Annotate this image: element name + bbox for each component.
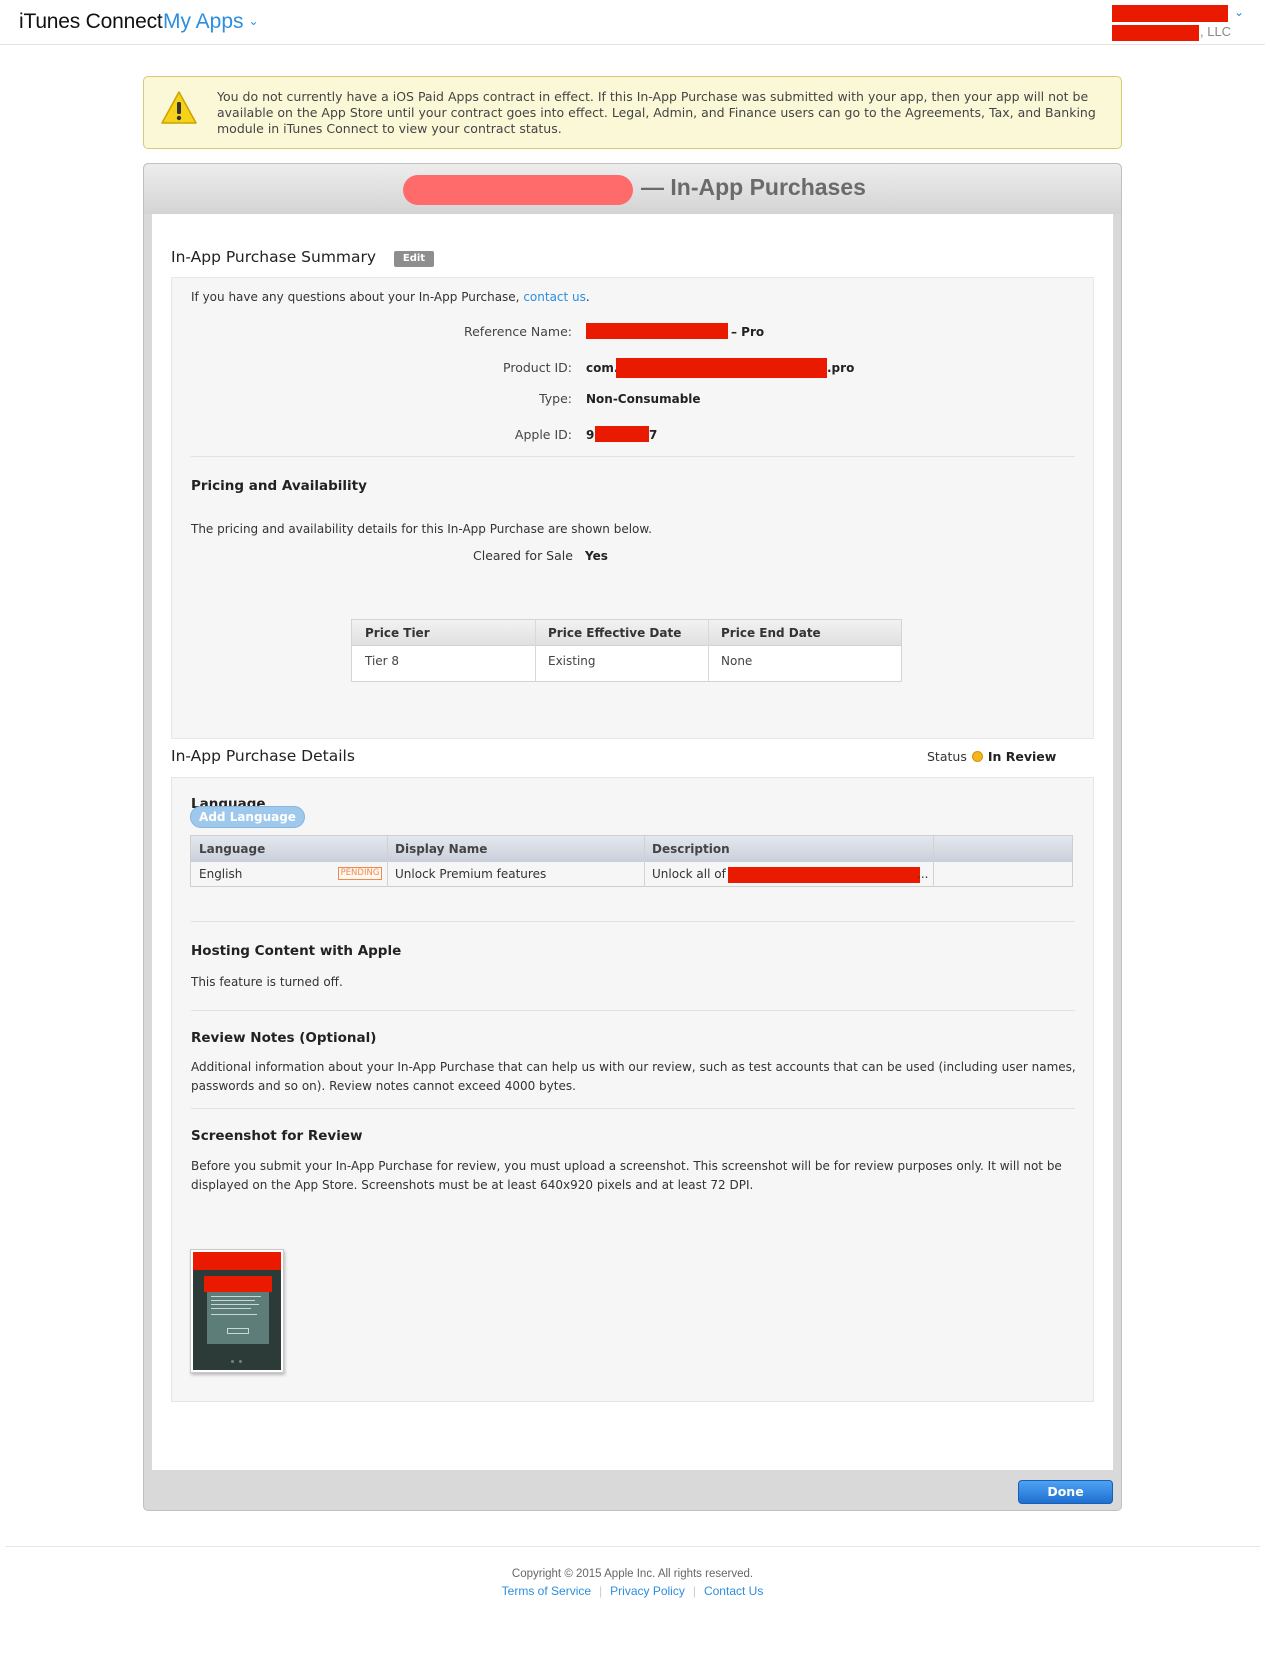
review-screenshot-thumbnail[interactable] bbox=[190, 1249, 284, 1373]
panel-title: — In-App Purchases bbox=[641, 174, 866, 200]
price-tier-header: Price Tier bbox=[352, 620, 535, 646]
price-effective-date-value: Existing bbox=[548, 654, 596, 668]
language-header: Language bbox=[191, 836, 387, 862]
column-divider bbox=[387, 836, 388, 887]
status-dot-icon bbox=[971, 751, 983, 762]
product-id-redacted bbox=[616, 358, 827, 378]
price-end-date-header: Price End Date bbox=[708, 620, 901, 646]
warning-text: You do not currently have a iOS Paid App… bbox=[217, 89, 1096, 136]
screenshot-image bbox=[193, 1252, 281, 1370]
contact-us-link[interactable]: contact us bbox=[523, 290, 586, 304]
add-language-button[interactable]: Add Language bbox=[190, 806, 305, 828]
hosting-text: This feature is turned off. bbox=[191, 975, 343, 989]
footer-links: Terms of Service | Privacy Policy | Contact … bbox=[501, 1584, 764, 1598]
apple-id-label: Apple ID: bbox=[514, 427, 572, 442]
column-divider bbox=[708, 620, 709, 681]
summary-question: If you have any questions about your In-… bbox=[191, 290, 590, 304]
details-title: In-App Purchase Details bbox=[171, 747, 355, 765]
review-notes-text-line2: passwords and so on). Review notes canno… bbox=[191, 1079, 576, 1093]
account-company-suffix: , LLC bbox=[1200, 24, 1232, 39]
pricing-title: Pricing and Availability bbox=[191, 478, 367, 494]
summary-title: In-App Purchase Summary bbox=[171, 248, 377, 266]
my-apps-menu[interactable]: My Apps ⌄ bbox=[163, 10, 259, 34]
type-value: Non-Consumable bbox=[586, 392, 701, 406]
panel-header: — In-App Purchases bbox=[144, 164, 1121, 214]
description-redacted bbox=[728, 867, 920, 883]
divider bbox=[191, 921, 1075, 922]
review-notes-title: Review Notes (Optional) bbox=[191, 1030, 377, 1046]
price-end-date-value: None bbox=[721, 654, 753, 668]
divider bbox=[191, 456, 1075, 457]
hosting-title: Hosting Content with Apple bbox=[191, 943, 402, 959]
screenshot-content-panel bbox=[207, 1292, 269, 1344]
pricing-description: The pricing and availability details for… bbox=[191, 522, 652, 536]
divider bbox=[191, 1108, 1075, 1109]
screenshot-redacted-title bbox=[204, 1276, 272, 1292]
account-name-redacted[interactable] bbox=[1112, 5, 1228, 22]
screenshot-text-line2: displayed on the App Store. Screenshots … bbox=[191, 1178, 754, 1192]
extra-header bbox=[933, 836, 1072, 862]
my-apps-label: My Apps bbox=[163, 10, 244, 33]
cleared-for-sale-label: Cleared for Sale bbox=[473, 548, 573, 563]
contract-warning-banner: You do not currently have a iOS Paid App… bbox=[143, 76, 1122, 149]
description-ellipsis: ... bbox=[917, 867, 929, 881]
screenshot-title: Screenshot for Review bbox=[191, 1128, 363, 1144]
reference-name-label: Reference Name: bbox=[463, 324, 572, 339]
column-divider bbox=[535, 620, 536, 681]
review-notes-text-line1: Additional information about your In-App… bbox=[191, 1060, 1076, 1074]
screenshot-text-line1: Before you submit your In-App Purchase f… bbox=[191, 1159, 1062, 1173]
description-header: Description bbox=[644, 836, 933, 862]
status-value: In Review bbox=[987, 749, 1057, 764]
status-indicator: Status In Review bbox=[927, 749, 1056, 764]
footer-divider bbox=[5, 1546, 1260, 1547]
privacy-policy-link[interactable]: Privacy Policy bbox=[610, 1584, 685, 1598]
reference-name-redacted bbox=[586, 323, 728, 339]
account-company-redacted bbox=[1112, 25, 1199, 41]
chevron-down-icon[interactable]: ⌄ bbox=[1234, 5, 1244, 19]
warning-icon bbox=[161, 91, 197, 124]
column-divider bbox=[644, 836, 645, 887]
screenshot-redacted-top bbox=[193, 1252, 281, 1270]
edit-button[interactable]: Edit bbox=[394, 251, 434, 267]
product-id-label: Product ID: bbox=[503, 360, 572, 375]
apple-id-prefix: 9 bbox=[586, 428, 595, 442]
contact-us-footer-link[interactable]: Contact Us bbox=[704, 1584, 763, 1598]
display-name-cell: Unlock Premium features bbox=[395, 867, 547, 881]
display-name-header: Display Name bbox=[387, 836, 644, 862]
product-id-suffix: .pro bbox=[827, 361, 855, 375]
app-name-redacted bbox=[403, 175, 633, 205]
panel-content: In-App Purchase Summary Edit If you have… bbox=[152, 214, 1113, 1470]
status-label: Status bbox=[927, 749, 967, 764]
in-app-purchase-panel: — In-App Purchases In-App Purchase Summa… bbox=[143, 163, 1122, 1511]
reference-name-suffix: – Pro bbox=[731, 325, 765, 339]
brand-title: iTunes Connect bbox=[19, 10, 163, 33]
product-id-prefix: com. bbox=[586, 361, 619, 375]
done-button[interactable]: Done bbox=[1018, 1480, 1113, 1504]
price-tier-value[interactable]: Tier 8 bbox=[352, 646, 535, 681]
terms-of-service-link[interactable]: Terms of Service bbox=[502, 1584, 591, 1598]
divider bbox=[191, 1010, 1075, 1011]
type-label: Type: bbox=[539, 391, 572, 406]
top-bar: iTunes Connect My Apps ⌄ ⌄ , LLC bbox=[0, 0, 1265, 45]
apple-id-suffix: 7 bbox=[649, 428, 658, 442]
language-table: Language Display Name Description Englis… bbox=[190, 835, 1073, 887]
chevron-down-icon: ⌄ bbox=[248, 14, 259, 28]
footer-copyright: Copyright © 2015 Apple Inc. All rights r… bbox=[511, 1568, 754, 1580]
price-table: Price Tier Price Effective Date Price En… bbox=[351, 619, 902, 682]
cleared-for-sale-value: Yes bbox=[585, 549, 608, 563]
column-divider bbox=[933, 836, 934, 887]
apple-id-redacted bbox=[595, 426, 649, 442]
pending-badge: PENDING bbox=[338, 867, 382, 880]
price-effective-date-header: Price Effective Date bbox=[535, 620, 708, 646]
